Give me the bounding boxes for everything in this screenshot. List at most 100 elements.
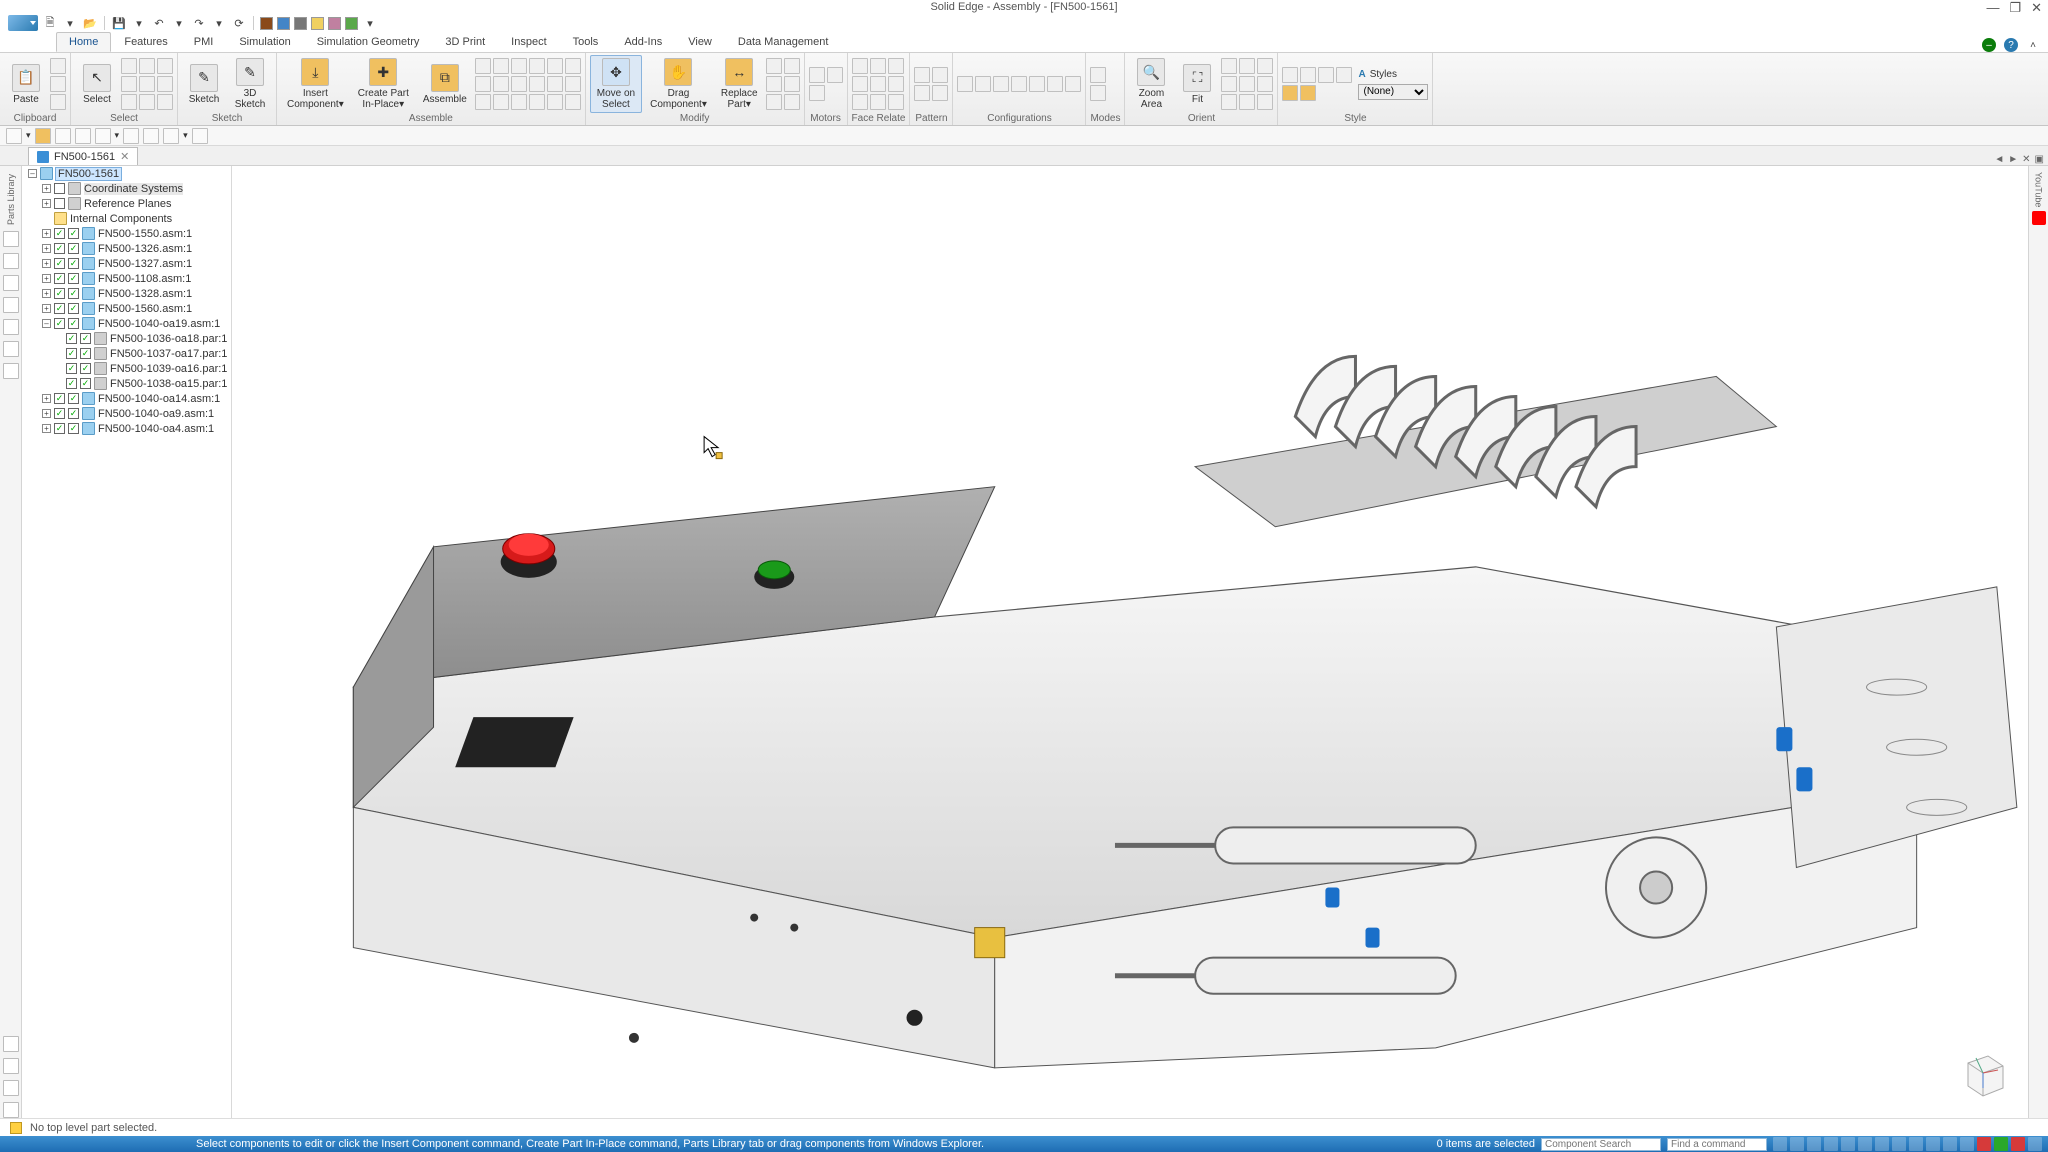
- tray-icon[interactable]: [1926, 1137, 1940, 1151]
- create-part-inplace-button[interactable]: ✚Create Part In-Place▾: [352, 56, 415, 112]
- tab-simulation-geometry[interactable]: Simulation Geometry: [304, 32, 433, 52]
- tray-icon[interactable]: [1773, 1137, 1787, 1151]
- tab-nav-prev[interactable]: ◄: [1994, 154, 2004, 165]
- tray-icon[interactable]: [1960, 1137, 1974, 1151]
- qat-color-1[interactable]: [260, 17, 273, 30]
- leftrail-btn-7[interactable]: [3, 363, 19, 379]
- tree-refplanes[interactable]: +Reference Planes: [22, 196, 231, 211]
- pathfinder-tree[interactable]: –FN500-1561 +Coordinate Systems +Referen…: [22, 166, 232, 1118]
- tray-icon[interactable]: [1875, 1137, 1889, 1151]
- youtube-icon[interactable]: [2032, 211, 2046, 225]
- tray-icon[interactable]: [2028, 1137, 2042, 1151]
- restore-button[interactable]: ❐: [2009, 0, 2021, 16]
- tray-icon[interactable]: [1892, 1137, 1906, 1151]
- left-rail-label[interactable]: Parts Library: [6, 174, 16, 225]
- tree-item[interactable]: +✓✓FN500-1040-oa14.asm:1: [22, 391, 231, 406]
- drag-component-button[interactable]: ✋Drag Component▾: [644, 56, 713, 112]
- tb2-3[interactable]: [55, 128, 71, 144]
- tb2-6[interactable]: [123, 128, 139, 144]
- minimize-button[interactable]: —: [1986, 0, 1999, 16]
- tree-child[interactable]: ✓✓FN500-1036-oa18.par:1: [22, 331, 231, 346]
- styles-select[interactable]: (None): [1358, 84, 1428, 100]
- tb2-7[interactable]: [143, 128, 159, 144]
- right-rail-label[interactable]: YouTube: [2034, 172, 2044, 207]
- cut-icon[interactable]: [50, 58, 66, 74]
- sketch3d-button[interactable]: ✎3D Sketch: [228, 56, 272, 112]
- view-cube[interactable]: [1958, 1048, 2008, 1098]
- tree-root[interactable]: –FN500-1561: [22, 166, 231, 181]
- tab-nav-max[interactable]: ▣: [2035, 154, 2044, 165]
- tree-item[interactable]: +✓✓FN500-1327.asm:1: [22, 256, 231, 271]
- find-command-input[interactable]: [1667, 1138, 1767, 1151]
- qat-color-4[interactable]: [311, 17, 324, 30]
- tree-item[interactable]: +✓✓FN500-1108.asm:1: [22, 271, 231, 286]
- sketch-button[interactable]: ✎Sketch: [182, 62, 226, 107]
- tray-play-icon[interactable]: [1994, 1137, 2008, 1151]
- qat-color-5[interactable]: [328, 17, 341, 30]
- tray-icon[interactable]: [1841, 1137, 1855, 1151]
- tb2-2[interactable]: [35, 128, 51, 144]
- tray-icon[interactable]: [1824, 1137, 1838, 1151]
- select-button[interactable]: ↖Select: [75, 62, 119, 107]
- qat-redo-icon[interactable]: ↷: [191, 15, 207, 31]
- leftrail-btn-5[interactable]: [3, 319, 19, 335]
- tray-icon[interactable]: [1790, 1137, 1804, 1151]
- viewport-3d[interactable]: [232, 166, 2028, 1118]
- tab-features[interactable]: Features: [111, 32, 180, 52]
- leftrail-btn-1[interactable]: [3, 231, 19, 247]
- tray-record-icon[interactable]: [1977, 1137, 1991, 1151]
- tb2-9[interactable]: [192, 128, 208, 144]
- tab-tools[interactable]: Tools: [560, 32, 612, 52]
- help-2-icon[interactable]: ?: [2004, 38, 2018, 52]
- tb2-1[interactable]: [6, 128, 22, 144]
- app-menu-button[interactable]: [8, 15, 38, 31]
- tray-stop-icon[interactable]: [2011, 1137, 2025, 1151]
- replace-part-button[interactable]: ↔Replace Part▾: [715, 56, 764, 112]
- tree-coord[interactable]: +Coordinate Systems: [22, 181, 231, 196]
- assemble-button[interactable]: ⧉Assemble: [417, 62, 473, 107]
- tray-icon[interactable]: [1909, 1137, 1923, 1151]
- brush-icon[interactable]: [50, 94, 66, 110]
- qat-color-3[interactable]: [294, 17, 307, 30]
- tb2-5[interactable]: [95, 128, 111, 144]
- tray-icon[interactable]: [1943, 1137, 1957, 1151]
- tab-home[interactable]: Home: [56, 32, 111, 52]
- paste-button[interactable]: 📋Paste: [4, 62, 48, 107]
- qat-new-icon[interactable]: 🗎: [42, 15, 58, 31]
- tab-inspect[interactable]: Inspect: [498, 32, 559, 52]
- doc-tab-active[interactable]: FN500-1561 ✕: [28, 147, 138, 165]
- tree-item[interactable]: +✓✓FN500-1326.asm:1: [22, 241, 231, 256]
- tree-item[interactable]: +✓✓FN500-1560.asm:1: [22, 301, 231, 316]
- qat-sync-icon[interactable]: ⟳: [231, 15, 247, 31]
- tab-3dprint[interactable]: 3D Print: [432, 32, 498, 52]
- fit-button[interactable]: ⛶Fit: [1175, 62, 1219, 107]
- tab-pmi[interactable]: PMI: [181, 32, 227, 52]
- tab-nav-next[interactable]: ►: [2008, 154, 2018, 165]
- ribbon-minimize-icon[interactable]: ˄: [2026, 38, 2040, 52]
- qat-save-icon[interactable]: 💾: [111, 15, 127, 31]
- qat-open-icon[interactable]: 📂: [82, 15, 98, 31]
- component-search-input[interactable]: [1541, 1138, 1661, 1151]
- leftrail-btn-6[interactable]: [3, 341, 19, 357]
- tab-view[interactable]: View: [675, 32, 725, 52]
- tab-data-management[interactable]: Data Management: [725, 32, 842, 52]
- insert-component-button[interactable]: ⤓Insert Component▾: [281, 56, 350, 112]
- tree-item[interactable]: +✓✓FN500-1550.asm:1: [22, 226, 231, 241]
- tree-child[interactable]: ✓✓FN500-1038-oa15.par:1: [22, 376, 231, 391]
- tree-internal[interactable]: Internal Components: [22, 211, 231, 226]
- leftrail-btn-8[interactable]: [3, 1036, 19, 1052]
- tree-item[interactable]: +✓✓FN500-1040-oa4.asm:1: [22, 421, 231, 436]
- leftrail-btn-2[interactable]: [3, 253, 19, 269]
- help-1-icon[interactable]: –: [1982, 38, 1996, 52]
- leftrail-btn-9[interactable]: [3, 1058, 19, 1074]
- qat-customize-icon[interactable]: ▾: [362, 15, 378, 31]
- doc-tab-close-icon[interactable]: ✕: [120, 150, 129, 163]
- tb2-4[interactable]: [75, 128, 91, 144]
- tab-nav-close[interactable]: ✕: [2022, 154, 2030, 165]
- leftrail-btn-4[interactable]: [3, 297, 19, 313]
- zoom-area-button[interactable]: 🔍Zoom Area: [1129, 56, 1173, 112]
- tree-item-expanded[interactable]: –✓✓FN500-1040-oa19.asm:1: [22, 316, 231, 331]
- copy-icon[interactable]: [50, 76, 66, 92]
- tray-icon[interactable]: [1858, 1137, 1872, 1151]
- tree-child[interactable]: ✓✓FN500-1039-oa16.par:1: [22, 361, 231, 376]
